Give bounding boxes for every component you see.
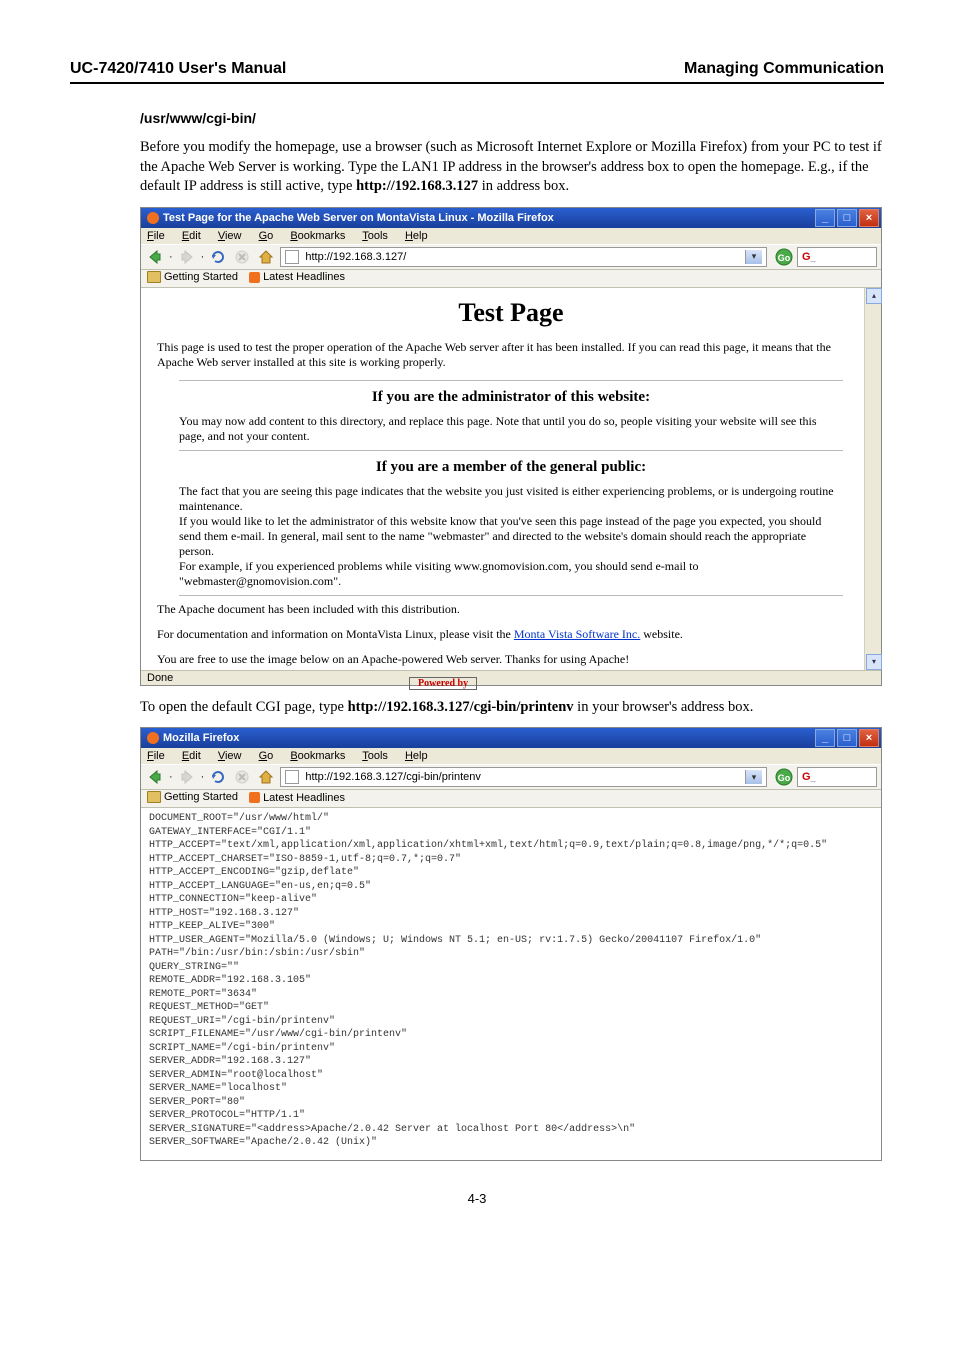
maximize-button[interactable]: □ bbox=[837, 729, 857, 747]
go-button[interactable]: Go bbox=[775, 768, 793, 786]
window-title: Test Page for the Apache Web Server on M… bbox=[147, 212, 554, 224]
test-p4: If you would like to let the administrat… bbox=[179, 514, 843, 559]
divider bbox=[179, 595, 843, 596]
bookmarks-toolbar: Getting Started Latest Headlines bbox=[141, 270, 881, 288]
minimize-button[interactable]: _ bbox=[815, 209, 835, 227]
intro-tail: in address box. bbox=[478, 178, 569, 194]
forward-icon[interactable] bbox=[177, 247, 197, 267]
mid-text: To open the default CGI page, type bbox=[140, 699, 348, 715]
menu-tools[interactable]: Tools bbox=[362, 230, 388, 242]
test-p3: The fact that you are seeing this page i… bbox=[179, 484, 843, 514]
scroll-down-icon[interactable]: ▾ bbox=[866, 654, 882, 670]
vertical-scrollbar[interactable]: ▴ ▾ bbox=[864, 288, 881, 670]
stop-icon[interactable] bbox=[232, 767, 252, 787]
maximize-button[interactable]: □ bbox=[837, 209, 857, 227]
header-left: UC-7420/7410 User's Manual bbox=[70, 60, 286, 78]
header-right: Managing Communication bbox=[684, 60, 884, 78]
forward-icon[interactable] bbox=[177, 767, 197, 787]
rss-icon bbox=[249, 792, 260, 803]
url-input[interactable] bbox=[303, 250, 745, 264]
test-p5: For example, if you experienced problems… bbox=[179, 559, 843, 589]
menu-bookmarks[interactable]: Bookmarks bbox=[290, 230, 345, 242]
svg-text:Go: Go bbox=[778, 253, 791, 263]
menu-view[interactable]: View bbox=[218, 230, 242, 242]
test-p7: For documentation and information on Mon… bbox=[157, 627, 865, 642]
cgi-env-output: DOCUMENT_ROOT="/usr/www/html/" GATEWAY_I… bbox=[141, 808, 881, 1160]
bookmarks-toolbar: Getting Started Latest Headlines bbox=[141, 790, 881, 808]
test-h2a: If you are the administrator of this web… bbox=[149, 389, 873, 406]
menu-file[interactable]: File bbox=[147, 230, 165, 242]
url-dropdown-icon[interactable]: ▾ bbox=[745, 770, 762, 784]
montavista-link[interactable]: Monta Vista Software Inc. bbox=[514, 627, 640, 641]
screenshot-cgi: Mozilla Firefox _ □ × File Edit View Go … bbox=[140, 727, 882, 1161]
go-button[interactable]: Go bbox=[775, 248, 793, 266]
menu-view[interactable]: View bbox=[218, 750, 242, 762]
mid-tail: in your browser's address box. bbox=[574, 699, 754, 715]
close-button[interactable]: × bbox=[859, 209, 879, 227]
url-dropdown-icon[interactable]: ▾ bbox=[745, 250, 762, 264]
menu-bar: File Edit View Go Bookmarks Tools Help bbox=[141, 228, 881, 244]
section-title: /usr/www/cgi-bin/ bbox=[140, 110, 884, 126]
rss-icon bbox=[249, 272, 260, 283]
reload-icon[interactable] bbox=[208, 767, 228, 787]
navigation-toolbar: · · ▾ Go G_ bbox=[141, 244, 881, 270]
menu-file[interactable]: File bbox=[147, 750, 165, 762]
close-button[interactable]: × bbox=[859, 729, 879, 747]
folder-icon bbox=[147, 791, 161, 803]
bookmark-latest-headlines[interactable]: Latest Headlines bbox=[249, 271, 345, 283]
reload-icon[interactable] bbox=[208, 247, 228, 267]
menu-tools[interactable]: Tools bbox=[362, 750, 388, 762]
home-icon[interactable] bbox=[256, 767, 276, 787]
menu-help[interactable]: Help bbox=[405, 750, 428, 762]
bookmark-latest-headlines[interactable]: Latest Headlines bbox=[249, 792, 345, 804]
stop-icon[interactable] bbox=[232, 247, 252, 267]
intro-url: http://192.168.3.127 bbox=[356, 178, 478, 194]
back-icon[interactable] bbox=[145, 247, 165, 267]
menu-bookmarks[interactable]: Bookmarks bbox=[290, 750, 345, 762]
test-p6: The Apache document has been included wi… bbox=[157, 602, 865, 617]
page-icon bbox=[285, 250, 299, 264]
page-title: Test Page bbox=[149, 298, 873, 328]
url-bar[interactable]: ▾ bbox=[280, 247, 767, 267]
menu-go[interactable]: Go bbox=[259, 750, 274, 762]
test-p8: You are free to use the image below on a… bbox=[157, 652, 865, 667]
window-title: Mozilla Firefox bbox=[147, 732, 239, 744]
scroll-up-icon[interactable]: ▴ bbox=[866, 288, 882, 304]
test-p1: This page is used to test the proper ope… bbox=[157, 340, 865, 370]
folder-icon bbox=[147, 271, 161, 283]
page-icon bbox=[285, 770, 299, 784]
mid-url: http://192.168.3.127/cgi-bin/printenv bbox=[348, 699, 574, 715]
url-bar[interactable]: ▾ bbox=[280, 767, 767, 787]
search-box[interactable]: G_ bbox=[797, 767, 877, 787]
back-icon[interactable] bbox=[145, 767, 165, 787]
test-p2: You may now add content to this director… bbox=[179, 414, 843, 444]
screenshot-testpage: Test Page for the Apache Web Server on M… bbox=[140, 207, 882, 686]
url-input[interactable] bbox=[303, 770, 745, 784]
search-box[interactable]: G_ bbox=[797, 247, 877, 267]
menu-go[interactable]: Go bbox=[259, 230, 274, 242]
navigation-toolbar: · · ▾ Go G_ bbox=[141, 764, 881, 790]
bookmark-getting-started[interactable]: Getting Started bbox=[147, 271, 238, 283]
home-icon[interactable] bbox=[256, 247, 276, 267]
minimize-button[interactable]: _ bbox=[815, 729, 835, 747]
test-h2b: If you are a member of the general publi… bbox=[149, 459, 873, 476]
page-number: 4-3 bbox=[70, 1191, 884, 1206]
divider bbox=[179, 380, 843, 381]
powered-by-box: Powered by bbox=[409, 677, 477, 690]
menu-help[interactable]: Help bbox=[405, 230, 428, 242]
divider bbox=[179, 450, 843, 451]
menu-bar: File Edit View Go Bookmarks Tools Help bbox=[141, 748, 881, 764]
bookmark-getting-started[interactable]: Getting Started bbox=[147, 791, 238, 803]
menu-edit[interactable]: Edit bbox=[182, 230, 201, 242]
menu-edit[interactable]: Edit bbox=[182, 750, 201, 762]
svg-text:Go: Go bbox=[778, 773, 791, 783]
